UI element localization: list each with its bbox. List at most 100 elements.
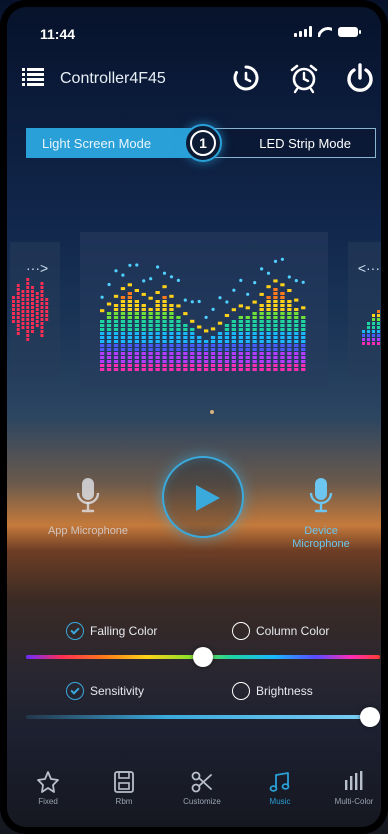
timer-icon[interactable] bbox=[230, 62, 262, 94]
spectrum-segment bbox=[238, 368, 243, 371]
spectrum-segment bbox=[169, 324, 174, 327]
spectrum-segment bbox=[40, 310, 44, 313]
spectrum-segment bbox=[377, 330, 380, 333]
spectrum-segment bbox=[127, 312, 132, 315]
spectrum-segment bbox=[367, 322, 370, 325]
spectrum-peak bbox=[294, 298, 299, 302]
spectrum-segment bbox=[245, 360, 250, 363]
spectrum-peak bbox=[210, 327, 216, 331]
spectrum-segment bbox=[127, 340, 132, 343]
spectrum-segment bbox=[155, 360, 160, 363]
sensitivity-radio[interactable] bbox=[66, 682, 84, 700]
spectrum-segment bbox=[252, 356, 257, 359]
tab-rbm[interactable]: Rbm bbox=[92, 770, 156, 806]
color-slider[interactable] bbox=[26, 646, 380, 668]
spectrum-segment bbox=[204, 356, 209, 359]
spectrum-segment bbox=[45, 310, 49, 313]
spectrum-segment bbox=[224, 368, 230, 371]
app-microphone-button[interactable]: App Microphone bbox=[46, 476, 130, 538]
spectrum-segment bbox=[382, 306, 385, 309]
spectrum-segment bbox=[120, 328, 126, 331]
spectrum-segment bbox=[266, 340, 271, 343]
column-color-radio[interactable] bbox=[232, 622, 250, 640]
brightness-radio[interactable] bbox=[232, 682, 250, 700]
falling-dot bbox=[114, 269, 118, 273]
spectrum-segment bbox=[169, 356, 174, 359]
spectrum-segment bbox=[127, 308, 132, 311]
spectrum-segment bbox=[190, 328, 195, 331]
spectrum-segment bbox=[106, 320, 112, 323]
previous-effect-card[interactable]: ···> bbox=[10, 242, 60, 378]
spectrum-segment bbox=[231, 368, 236, 371]
spectrum-segment bbox=[155, 364, 160, 367]
sensitivity-slider-thumb[interactable] bbox=[360, 707, 380, 727]
spectrum-segment bbox=[382, 338, 385, 341]
spectrum-segment bbox=[162, 304, 167, 307]
spectrum-segment bbox=[155, 304, 160, 307]
light-screen-mode-tab[interactable]: Light Screen Mode bbox=[26, 128, 206, 158]
sensitivity-slider[interactable] bbox=[26, 706, 380, 728]
microphone-icon bbox=[309, 478, 333, 513]
spectrum-segment bbox=[176, 324, 181, 327]
spectrum-peak bbox=[231, 308, 236, 312]
play-button[interactable] bbox=[162, 456, 244, 538]
spectrum-segment bbox=[259, 364, 264, 367]
spectrum-segment bbox=[224, 348, 230, 351]
device-name: Controller4F45 bbox=[60, 70, 166, 87]
color-slider-thumb[interactable] bbox=[193, 647, 213, 667]
spectrum-segment bbox=[100, 344, 105, 347]
spectrum-segment bbox=[16, 316, 20, 319]
spectrum-segment bbox=[190, 368, 195, 371]
tab-customize[interactable]: Customize bbox=[170, 770, 234, 806]
spectrum-segment bbox=[134, 328, 139, 331]
brightness-option[interactable]: Brightness bbox=[232, 682, 313, 700]
spectrum-segment bbox=[377, 342, 380, 345]
selected-effect-card[interactable] bbox=[80, 232, 328, 388]
device-microphone-button[interactable]: Device Microphone bbox=[276, 476, 366, 551]
spectrum-segment bbox=[280, 328, 285, 331]
spectrum-segment bbox=[16, 312, 20, 315]
mode-toggle-button[interactable]: 1 bbox=[184, 124, 222, 162]
spectrum-segment bbox=[31, 322, 34, 325]
spectrum-segment bbox=[273, 320, 278, 323]
spectrum-segment bbox=[26, 330, 30, 333]
spectrum-segment bbox=[113, 360, 119, 363]
tab-multi-color[interactable]: Multi-Color bbox=[322, 770, 386, 806]
spectrum-segment bbox=[252, 344, 257, 347]
spectrum-segment bbox=[148, 308, 153, 311]
falling-color-option[interactable]: Falling Color bbox=[66, 622, 157, 640]
spectrum-segment bbox=[273, 328, 278, 331]
tab-fixed[interactable]: Fixed bbox=[16, 770, 80, 806]
spectrum-segment bbox=[134, 352, 139, 355]
spectrum-segment bbox=[266, 332, 271, 335]
spectrum-segment bbox=[377, 334, 380, 337]
spectrum-segment bbox=[231, 320, 236, 323]
spectrum-segment bbox=[40, 322, 44, 325]
spectrum-segment bbox=[183, 344, 188, 347]
spectrum-segment bbox=[287, 364, 292, 367]
spectrum-segment bbox=[183, 324, 188, 327]
power-icon[interactable] bbox=[344, 62, 376, 94]
spectrum-segment bbox=[16, 288, 20, 291]
spectrum-segment bbox=[162, 364, 167, 367]
spectrum-segment bbox=[26, 322, 30, 325]
spectrum-segment bbox=[294, 332, 299, 335]
next-effect-card[interactable]: <··· bbox=[348, 242, 388, 378]
home-indicator bbox=[136, 828, 270, 834]
led-strip-mode-tab[interactable]: LED Strip Mode bbox=[204, 128, 376, 158]
menu-icon[interactable] bbox=[22, 68, 44, 86]
falling-dot bbox=[156, 265, 160, 269]
alarm-clock-icon[interactable] bbox=[288, 62, 320, 94]
column-color-option[interactable]: Column Color bbox=[232, 622, 329, 640]
falling-color-radio[interactable] bbox=[66, 622, 84, 640]
tab-music[interactable]: Music bbox=[248, 770, 312, 806]
save-icon bbox=[114, 771, 134, 793]
spectrum-segment bbox=[294, 356, 299, 359]
spectrum-segment bbox=[31, 310, 34, 313]
sensitivity-option[interactable]: Sensitivity bbox=[66, 682, 144, 700]
mode-toggle-label: 1 bbox=[190, 130, 216, 156]
spectrum-segment bbox=[280, 344, 285, 347]
spectrum-segment bbox=[176, 316, 181, 319]
spectrum-segment bbox=[106, 348, 112, 351]
spectrum-segment bbox=[217, 336, 223, 339]
